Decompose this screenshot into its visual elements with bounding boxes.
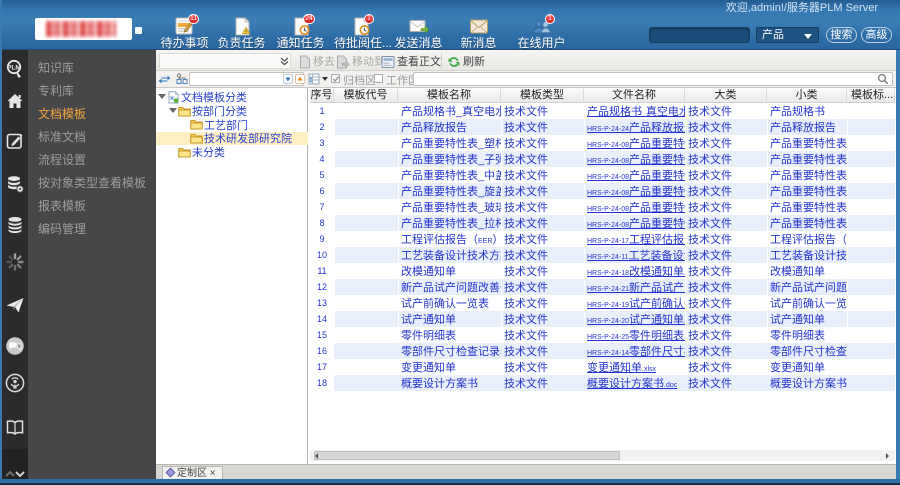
svg-text:PLM: PLM	[7, 64, 21, 71]
